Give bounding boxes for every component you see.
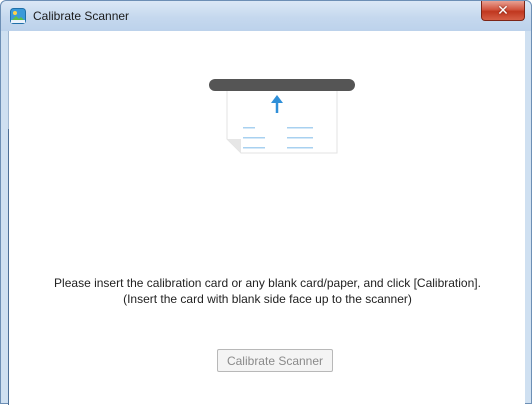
close-button[interactable]: ✕ (481, 1, 525, 21)
title-bar[interactable]: Calibrate Scanner ✕ (1, 1, 531, 31)
window-edge-divider (8, 129, 9, 405)
calibrate-scanner-window: Calibrate Scanner ✕ Please insert the ca… (0, 0, 532, 405)
scanner-insert-paper-icon (209, 79, 355, 154)
window-title: Calibrate Scanner (33, 9, 130, 23)
instruction-line-2: (Insert the card with blank side face up… (123, 292, 412, 306)
calibrate-scanner-button[interactable]: Calibrate Scanner (217, 349, 333, 372)
instruction-message: Please insert the calibration card or an… (9, 275, 526, 307)
scanner-app-icon (10, 8, 26, 24)
client-area: Please insert the calibration card or an… (8, 31, 525, 405)
instruction-line-1: Please insert the calibration card or an… (54, 276, 481, 290)
close-icon: ✕ (497, 2, 509, 19)
